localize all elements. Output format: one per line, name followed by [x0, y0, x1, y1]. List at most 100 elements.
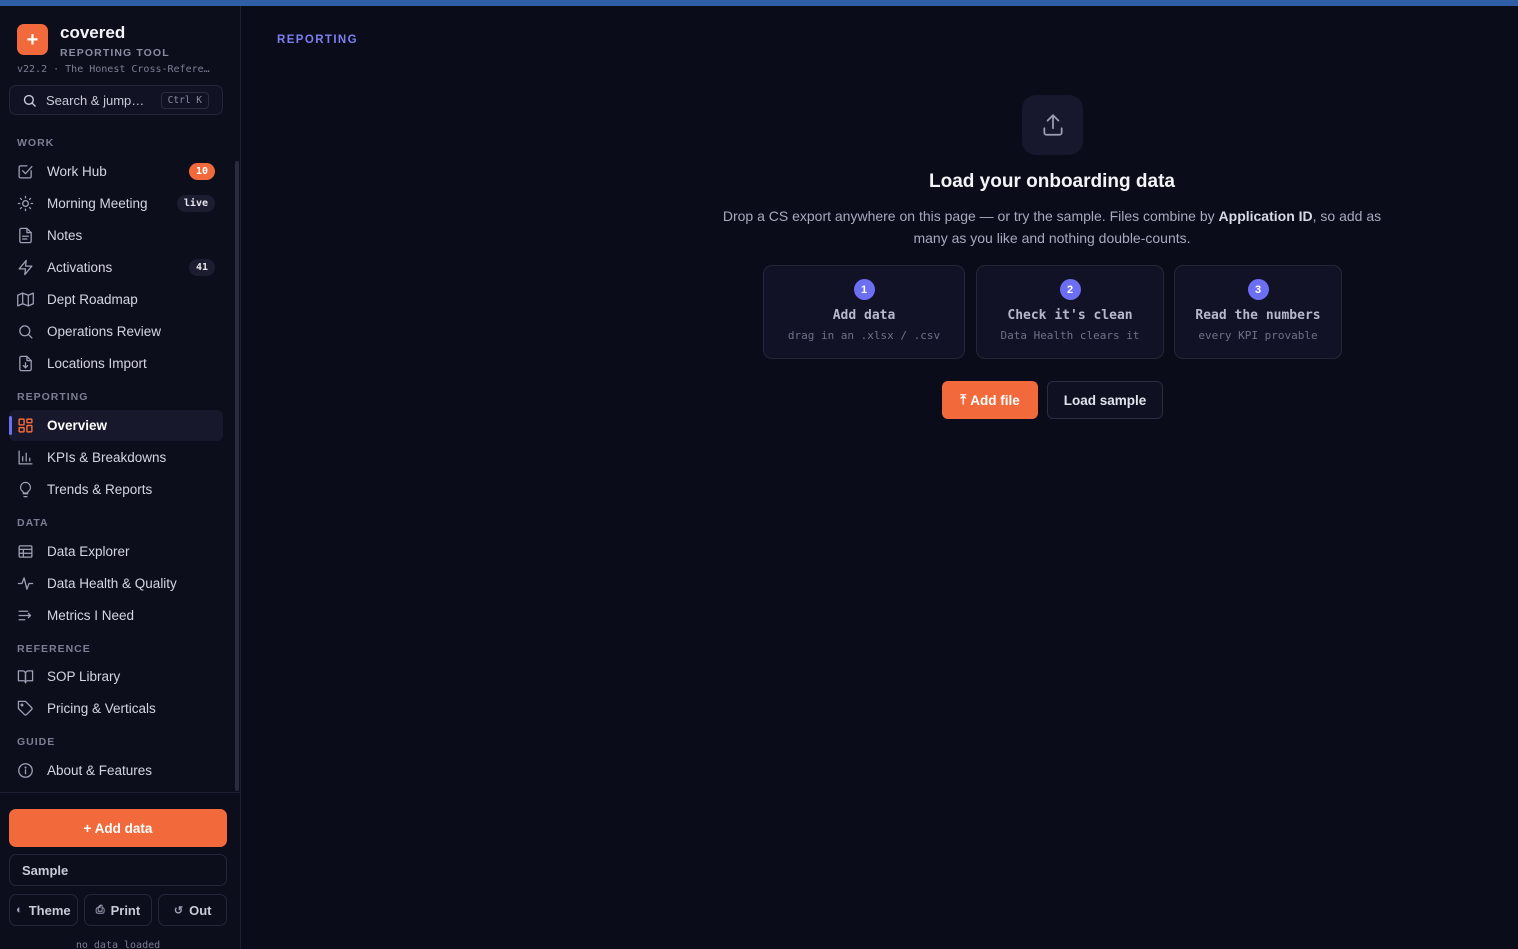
- sidebar-item-operations-review[interactable]: Operations Review: [9, 316, 223, 347]
- table-icon: [18, 545, 33, 558]
- sign-out-button[interactable]: ↺ Out: [158, 894, 228, 926]
- sidebar-item-overview[interactable]: Overview: [9, 410, 223, 441]
- sidebar-item-label: Metrics I Need: [47, 608, 135, 623]
- lightbulb-icon: [19, 481, 32, 498]
- sidebar-item-activations[interactable]: Activations 41: [9, 252, 223, 283]
- pulse-icon: [17, 577, 34, 590]
- print-label: Print: [110, 902, 141, 918]
- bar-chart-icon: [18, 450, 33, 465]
- step-subtitle: every KPI provable: [1198, 329, 1318, 342]
- step-subtitle: Data Health clears it: [1000, 329, 1140, 342]
- upload-icon: [1042, 114, 1063, 136]
- brand-name: covered: [60, 23, 126, 42]
- version-label: v22.2 · The Honest Cross-Refere…: [17, 64, 210, 75]
- live-badge: live: [176, 195, 215, 212]
- sidebar-item-work-hub[interactable]: Work Hub 10: [9, 156, 223, 187]
- sidebar-item-label: Notes: [47, 228, 83, 243]
- sidebar-item-trends[interactable]: Trends & Reports: [9, 474, 223, 505]
- brand-subtitle: REPORTING TOOL: [60, 47, 170, 59]
- file-download-icon: [19, 355, 32, 372]
- sidebar-item-notes[interactable]: Notes: [9, 220, 223, 251]
- sidebar-item-label: Overview: [47, 418, 108, 433]
- step-card-3: 3 Read the numbers every KPI provable: [1174, 265, 1342, 359]
- search-input[interactable]: Search & jump… Ctrl K: [9, 85, 223, 115]
- brand: + covered REPORTING TOOL: [17, 24, 170, 59]
- sidebar-item-label: Data Explorer: [47, 544, 130, 559]
- sidebar-item-morning-meeting[interactable]: Morning Meeting live: [9, 188, 223, 219]
- brand-logo-icon: +: [17, 24, 48, 55]
- section-reference: REFERENCE: [17, 643, 91, 655]
- sidebar-scrollbar[interactable]: [235, 161, 239, 791]
- add-file-button[interactable]: ⤒ Add file: [942, 381, 1038, 419]
- sidebar-item-label: Data Health & Quality: [47, 576, 177, 591]
- sidebar-item-label: Work Hub: [47, 164, 107, 179]
- add-data-button[interactable]: + Add data: [9, 809, 227, 847]
- step-card-1: 1 Add data drag in an .xlsx / .csv: [763, 265, 965, 359]
- sun-icon: [17, 195, 34, 212]
- sidebar-item-label: Pricing & Verticals: [47, 701, 156, 716]
- sidebar-item-label: About & Features: [47, 763, 153, 778]
- checkbox-icon: [18, 165, 33, 179]
- step-title: Read the numbers: [1195, 308, 1321, 323]
- half-circle-icon: ◐: [16, 904, 23, 916]
- search-icon: [23, 94, 36, 107]
- sidebar-item-label: Morning Meeting: [47, 196, 148, 211]
- sidebar-item-label: Locations Import: [47, 356, 147, 371]
- sidebar-item-about[interactable]: About & Features: [9, 755, 223, 786]
- page-title: Load your onboarding data: [929, 171, 1175, 192]
- sidebar-item-label: Operations Review: [47, 324, 162, 339]
- step-subtitle: drag in an .xlsx / .csv: [787, 329, 941, 342]
- list-arrow-icon: [18, 610, 32, 621]
- info-icon: [18, 763, 33, 778]
- breadcrumb: REPORTING: [277, 34, 358, 46]
- sample-button[interactable]: Sample: [9, 854, 227, 886]
- document-icon: [19, 227, 32, 244]
- desc-text: Drop a CS export anywhere on this page —…: [722, 208, 1219, 224]
- sidebar-item-kpis[interactable]: KPIs & Breakdowns: [9, 442, 223, 473]
- upload-arrow-icon: ⤒: [960, 392, 967, 407]
- hero-description: Drop a CS export anywhere on this page —…: [720, 205, 1384, 249]
- sidebar: + covered REPORTING TOOL v22.2 · The Hon…: [0, 6, 241, 949]
- printer-icon: ⎙: [95, 903, 105, 916]
- section-guide: GUIDE: [17, 736, 56, 748]
- sidebar-footer: + Add data Sample ◐ Theme ⎙ Print ↺ Out …: [0, 792, 241, 949]
- count-badge: 10: [188, 163, 215, 180]
- book-icon: [17, 670, 34, 684]
- theme-button[interactable]: ◐ Theme: [9, 894, 78, 926]
- desc-key: Application ID: [1218, 208, 1313, 224]
- step-number: 1: [853, 279, 875, 300]
- search-shortcut: Ctrl K: [160, 91, 209, 109]
- print-button[interactable]: ⎙ Print: [83, 894, 153, 926]
- section-reporting: REPORTING: [17, 391, 89, 403]
- sidebar-item-metrics[interactable]: Metrics I Need: [9, 600, 223, 631]
- sidebar-item-label: SOP Library: [47, 669, 121, 684]
- sidebar-item-label: Activations: [47, 260, 113, 275]
- sidebar-item-dept-roadmap[interactable]: Dept Roadmap: [9, 284, 223, 315]
- onboarding-hero: Load your onboarding data Drop a CS expo…: [720, 171, 1384, 249]
- load-sample-button[interactable]: Load sample: [1047, 381, 1163, 419]
- sidebar-item-sop-library[interactable]: SOP Library: [9, 661, 223, 692]
- map-icon: [17, 292, 34, 307]
- sidebar-item-locations-import[interactable]: Locations Import: [9, 348, 223, 379]
- tag-icon: [17, 700, 33, 716]
- search-placeholder: Search & jump…: [46, 92, 145, 108]
- sidebar-item-label: Trends & Reports: [47, 482, 153, 497]
- step-title: Check it's clean: [1007, 308, 1133, 323]
- count-badge: 41: [188, 259, 215, 276]
- sidebar-item-data-health[interactable]: Data Health & Quality: [9, 568, 223, 599]
- theme-label: Theme: [28, 902, 71, 918]
- reset-icon: ↺: [173, 904, 184, 917]
- data-status: no data loaded: [75, 940, 161, 949]
- upload-icon-tile: [1022, 95, 1083, 155]
- sidebar-item-data-explorer[interactable]: Data Explorer: [9, 536, 223, 567]
- step-title: Add data: [832, 308, 896, 323]
- section-data: DATA: [17, 517, 49, 529]
- step-number: 2: [1059, 279, 1081, 300]
- grid-icon: [18, 418, 33, 433]
- bolt-icon: [18, 259, 33, 276]
- section-work: WORK: [17, 137, 55, 149]
- sidebar-item-label: KPIs & Breakdowns: [47, 450, 167, 465]
- sidebar-item-pricing[interactable]: Pricing & Verticals: [9, 693, 223, 724]
- sign-out-label: Out: [189, 902, 212, 918]
- step-card-2: 2 Check it's clean Data Health clears it: [976, 265, 1164, 359]
